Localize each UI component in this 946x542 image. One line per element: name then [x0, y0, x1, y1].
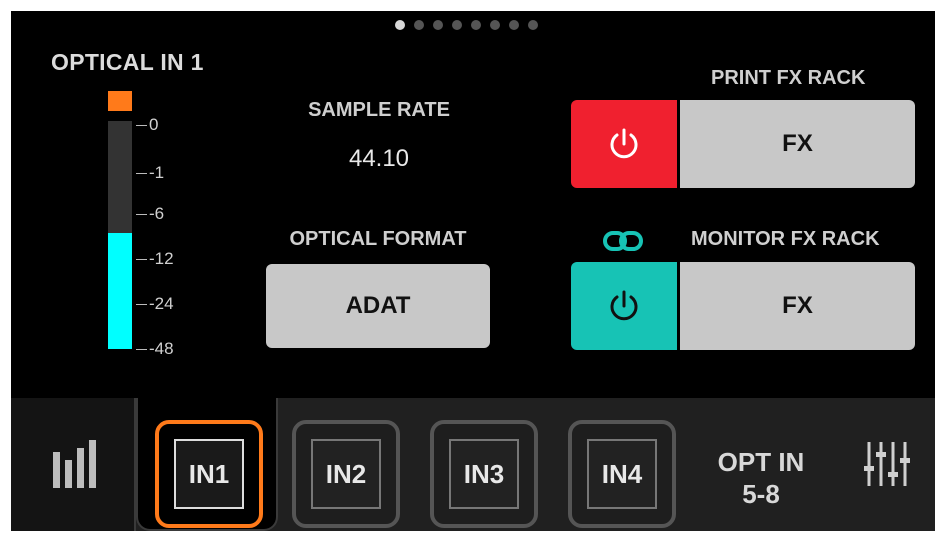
print-fx-button[interactable]: FX — [680, 100, 915, 188]
device-screen: OPTICAL IN 1 0 -1 -6 -12 -24 -48 SAMPLE … — [11, 11, 935, 531]
meter-tick: -48 — [136, 339, 174, 359]
monitor-fx-rack-label: MONITOR FX RACK — [691, 228, 880, 250]
sample-rate-label: SAMPLE RATE — [308, 99, 450, 121]
meter-tick: -1 — [136, 163, 164, 183]
input-in3-button[interactable]: IN3 — [430, 420, 538, 528]
bar-graph-icon — [53, 440, 96, 488]
page-dot[interactable] — [509, 20, 519, 30]
link-icon[interactable] — [602, 229, 644, 253]
page-dot[interactable] — [490, 20, 500, 30]
input-label: IN4 — [587, 439, 657, 509]
page-dot[interactable] — [395, 20, 405, 30]
input-in4-button[interactable]: IN4 — [568, 420, 676, 528]
meter-level-fill — [108, 233, 132, 349]
input-in2-button[interactable]: IN2 — [292, 420, 400, 528]
power-icon — [610, 128, 638, 159]
page-dot[interactable] — [433, 20, 443, 30]
page-dot[interactable] — [414, 20, 424, 30]
page-dot[interactable] — [471, 20, 481, 30]
meter-tick: 0 — [136, 115, 158, 135]
page-dot[interactable] — [452, 20, 462, 30]
mixer-faders-icon[interactable] — [863, 440, 913, 488]
print-fx-rack: FX — [571, 100, 915, 188]
optical-format-button[interactable]: ADAT — [266, 264, 490, 348]
meters-tab[interactable] — [11, 398, 136, 531]
input-in1-button[interactable]: IN1 — [155, 420, 263, 528]
power-icon — [610, 290, 638, 321]
optical-format-label: OPTICAL FORMAT — [289, 228, 467, 250]
channel-title: OPTICAL IN 1 — [51, 49, 204, 75]
monitor-fx-power-button[interactable] — [571, 262, 677, 350]
meter-tick: -24 — [136, 294, 174, 314]
meter-tick: -12 — [136, 249, 174, 269]
opt-in-5-8-button[interactable]: OPT IN 5-8 — [701, 446, 821, 510]
sample-rate-value: 44.10 — [348, 145, 410, 172]
input-label: IN2 — [311, 439, 381, 509]
page-indicator — [395, 20, 538, 30]
bottom-bar: IN1 IN2 IN3 IN4 OPT IN 5-8 — [11, 398, 935, 531]
meter-tick: -6 — [136, 204, 164, 224]
level-meter — [108, 91, 132, 349]
monitor-fx-button[interactable]: FX — [680, 262, 915, 350]
input-label: IN1 — [174, 439, 244, 509]
print-fx-power-button[interactable] — [571, 100, 677, 188]
input-label: IN3 — [449, 439, 519, 509]
clip-indicator — [108, 91, 132, 111]
monitor-fx-rack: FX — [571, 262, 915, 350]
print-fx-rack-label: PRINT FX RACK — [711, 67, 866, 89]
page-dot[interactable] — [528, 20, 538, 30]
